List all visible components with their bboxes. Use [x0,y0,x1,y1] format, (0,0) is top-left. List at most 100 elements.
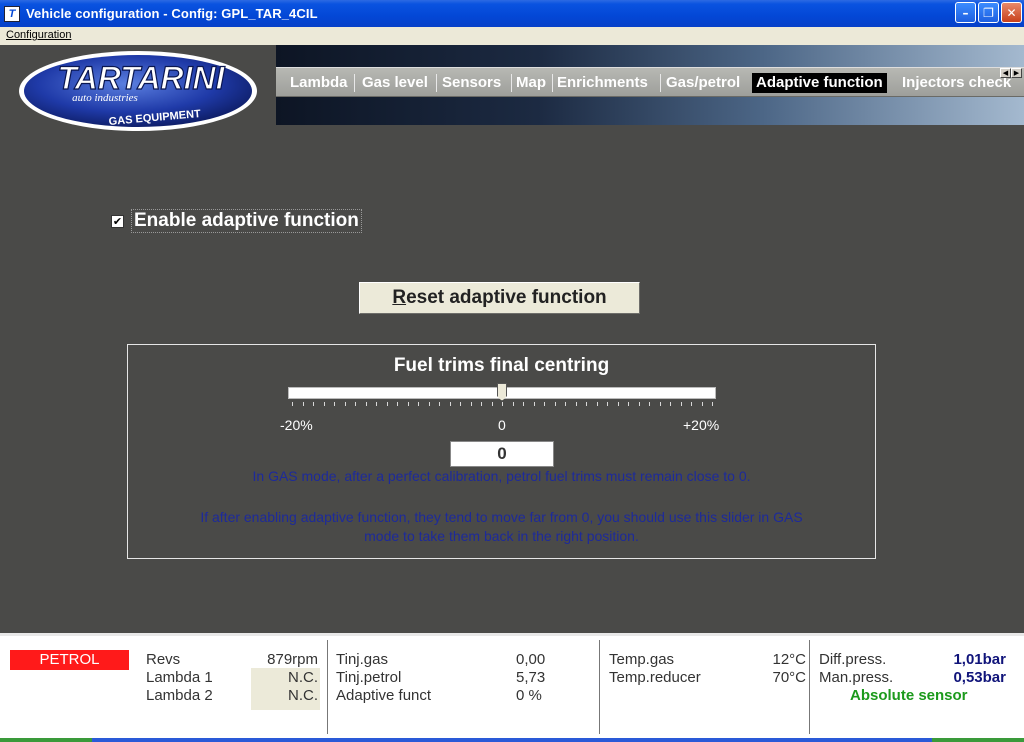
adaptive-funct-value: 0 % [516,687,542,704]
tinj-gas-label: Tinj.gas [336,651,388,668]
tartarini-logo: TARTARINI auto industries GAS EQUIPMENT [19,51,257,131]
slider-tick [470,402,472,406]
slider-tick [439,402,440,406]
fuel-trims-panel: Fuel trims final centring -20% 0 +20% 0 … [127,344,876,559]
slider-tick [701,402,703,406]
slider-tick [344,402,346,406]
minimize-icon[interactable]: – [955,2,976,23]
reset-mnemonic: R [392,287,407,308]
divider [809,640,810,734]
man-press-label: Man.press. [819,669,894,686]
slider-tick [323,402,325,406]
slider-tick [649,402,650,406]
restore-icon[interactable]: ❐ [978,2,999,23]
tinj-petrol-label: Tinj.petrol [336,669,402,686]
slider-tick [292,402,293,406]
slider-tick [680,402,682,406]
menu-configuration[interactable]: Configuration [6,29,71,41]
slider-tick [491,402,493,406]
tab-gas-level[interactable]: Gas level [358,73,432,93]
tinj-gas-value: 0,00 [516,651,546,668]
trim-note-2a: If after enabling adaptive function, the… [200,509,803,525]
trim-note-2b: mode to take them back in the right posi… [364,528,639,544]
lambda1-value: N.C. [288,669,318,686]
slider-tick [628,402,629,406]
reset-adaptive-label: Reset adaptive function [392,287,607,308]
slider-tick [586,402,587,406]
adaptive-funct-label: Adaptive funct [336,687,432,704]
tab-adaptive-function[interactable]: Adaptive function [752,73,887,93]
slider-ticks [292,402,713,408]
tab-separator [354,74,355,92]
tab-separator [660,74,661,92]
revs-label: Revs [146,651,181,668]
tab-sensors[interactable]: Sensors [438,73,505,93]
slider-tick [712,402,713,406]
scale-max-label: +20% [683,417,720,433]
window-title: Vehicle configuration - Config: GPL_TAR_… [26,6,318,21]
app-icon[interactable]: T [4,5,20,22]
slider-tick [407,402,409,406]
slider-tick [512,402,514,406]
slider-tick [533,402,535,406]
diff-press-label: Diff.press. [819,651,887,668]
lambda2-value: N.C. [288,687,318,704]
slider-tick [355,402,356,406]
temp-gas-label: Temp.gas [609,651,675,668]
title-bar: T Vehicle configuration - Config: GPL_TA… [0,0,1024,27]
lambda1-label: Lambda 1 [146,669,213,686]
temp-reducer-label: Temp.reducer [609,669,701,686]
slider-tick [638,402,640,406]
tab-injectors-check[interactable]: Injectors check [898,73,1015,93]
slider-tick [596,402,598,406]
enable-adaptive-checkbox[interactable]: ✔ [111,214,124,228]
slider-tick [386,402,388,406]
slider-tick [659,402,661,406]
slider-tick [554,402,556,406]
fuel-trim-value: 0 [450,441,554,467]
slider-tick [365,402,367,406]
slider-tick [565,402,566,406]
slider-tick [449,402,451,406]
man-press-value: 0,53bar [953,669,1006,686]
slider-tick [376,402,377,406]
tab-map[interactable]: Map [512,73,550,93]
slider-tick [502,402,503,406]
enable-adaptive-label[interactable]: Enable adaptive function [131,209,362,233]
menu-bar: Configuration [0,27,1024,45]
tab-lambda[interactable]: Lambda [286,73,352,93]
trim-note-1: In GAS mode, after a perfect calibration… [252,468,751,484]
tab-separator [436,74,437,92]
logo-tagline: auto industries [72,92,138,104]
tab-row: Lambda Gas level Sensors Map Enrichments… [276,67,1024,97]
temp-reducer-value: 70°C [772,669,806,686]
fuel-mode-badge: PETROL [10,650,129,670]
tinj-petrol-value: 5,73 [516,669,546,686]
sensor-type-label: Absolute sensor [850,687,968,704]
reset-adaptive-button[interactable]: Reset adaptive function [359,282,640,314]
slider-tick [397,402,398,406]
revs-value: 879rpm [267,651,318,668]
slider-tick [302,402,304,406]
slider-tick [481,402,482,406]
slider-tick [418,402,419,406]
slider-tick [428,402,430,406]
slider-tick [670,402,671,406]
tab-strip: Lambda Gas level Sensors Map Enrichments… [276,45,1024,125]
slider-tick [607,402,608,406]
slider-tick [334,402,335,406]
slider-tick [523,402,524,406]
diff-press-value: 1,01bar [953,651,1006,668]
status-panel: PETROL Revs 879rpm Lambda 1 N.C. Lambda … [0,633,1024,742]
tab-scroll-left-icon[interactable]: ◀ [1000,68,1011,78]
enable-adaptive-row[interactable]: ✔ Enable adaptive function [111,209,362,233]
tab-gas-petrol[interactable]: Gas/petrol [662,73,744,93]
slider-tick [544,402,545,406]
slider-tick [691,402,692,406]
close-icon[interactable]: ✕ [1001,2,1022,23]
tab-scroll-right-icon[interactable]: ▶ [1011,68,1022,78]
slider-tick [460,402,461,406]
bottom-strip [0,738,1024,742]
lambda2-label: Lambda 2 [146,687,213,704]
tab-enrichments[interactable]: Enrichments [553,73,652,93]
